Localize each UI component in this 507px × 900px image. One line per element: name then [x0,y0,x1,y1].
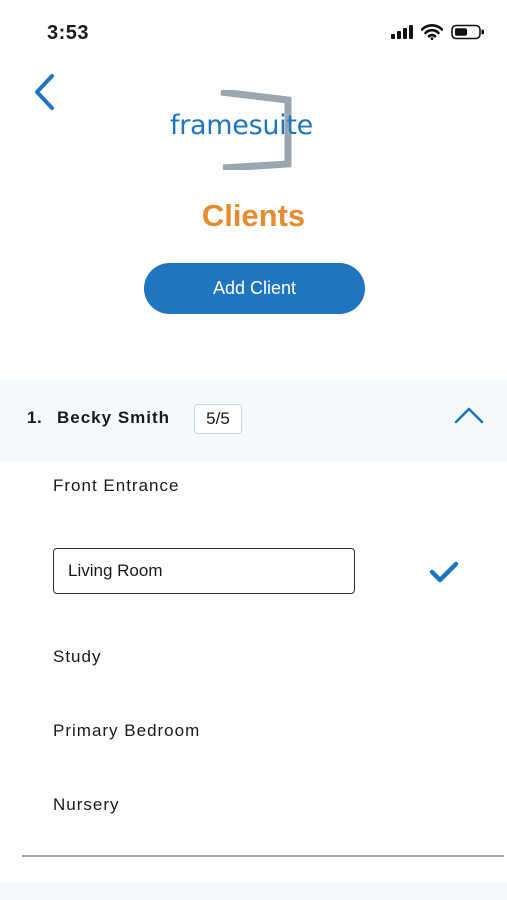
confirm-button[interactable] [429,560,459,584]
client-accordion-header[interactable]: 1. Becky Smith 5/5 [0,380,507,462]
room-item-front-entrance[interactable]: Front Entrance [53,476,179,496]
client-name: Becky Smith [57,408,171,427]
room-item-primary-bedroom[interactable]: Primary Bedroom [53,721,200,741]
next-client-header[interactable] [0,883,507,900]
room-name-input[interactable] [53,548,355,594]
chevron-up-icon [454,407,484,424]
logo-text: framesuite [170,110,313,141]
chevron-left-icon [35,74,54,110]
wifi-icon [421,24,443,40]
collapse-button[interactable] [452,403,486,427]
battery-icon [451,24,484,40]
room-item-study[interactable]: Study [53,647,101,667]
status-time: 3:53 [47,22,90,44]
section-divider [22,855,504,857]
status-icons [391,24,485,40]
page-title: Clients [201,198,306,233]
add-client-button[interactable]: Add Client [144,263,365,314]
cellular-signal-icon [391,25,413,39]
checkmark-icon [429,561,459,583]
client-number: 1. [27,408,43,427]
back-button[interactable] [28,70,64,114]
framesuite-logo: framesuite [166,90,342,170]
room-count-badge: 5/5 [194,404,242,434]
room-item-nursery[interactable]: Nursery [53,795,120,815]
